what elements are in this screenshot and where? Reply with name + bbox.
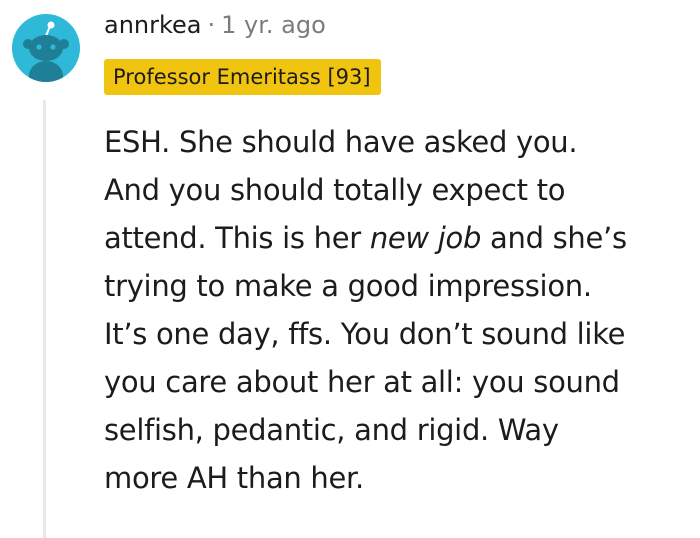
snoo-icon [23, 21, 69, 82]
comment-line: It’s one day, ffs. You don’t sound like [104, 317, 626, 351]
timestamp-link[interactable]: 1 yr. ago [221, 11, 326, 39]
comment-body: ESH. She should have asked you. And you … [104, 118, 694, 502]
comment-line: you care about her at all: you sound [104, 365, 620, 399]
comment-line: ESH. She should have asked you. [104, 125, 578, 159]
username-link[interactable]: annrkea [104, 11, 202, 39]
comment-text: and she’s [481, 221, 627, 255]
comment-emphasis: new job [369, 221, 482, 255]
comment-text: attend. This is her [104, 221, 370, 255]
comment-line: trying to make a good impression. [104, 269, 592, 303]
comment-line: And you should totally expect to [104, 173, 566, 207]
user-avatar-icon[interactable] [12, 14, 80, 82]
user-flair-badge: Professor Emeritass [93] [104, 59, 381, 95]
comment-line: more AH than her. [104, 461, 364, 495]
comment-meta: annrkea · 1 yr. ago [104, 10, 326, 40]
comment-line: attend. This is her new job and she’s [104, 214, 694, 262]
thread-collapse-line[interactable] [43, 100, 46, 538]
comment-line: selfish, pedantic, and rigid. Way [104, 413, 559, 447]
meta-separator: · [207, 11, 216, 39]
